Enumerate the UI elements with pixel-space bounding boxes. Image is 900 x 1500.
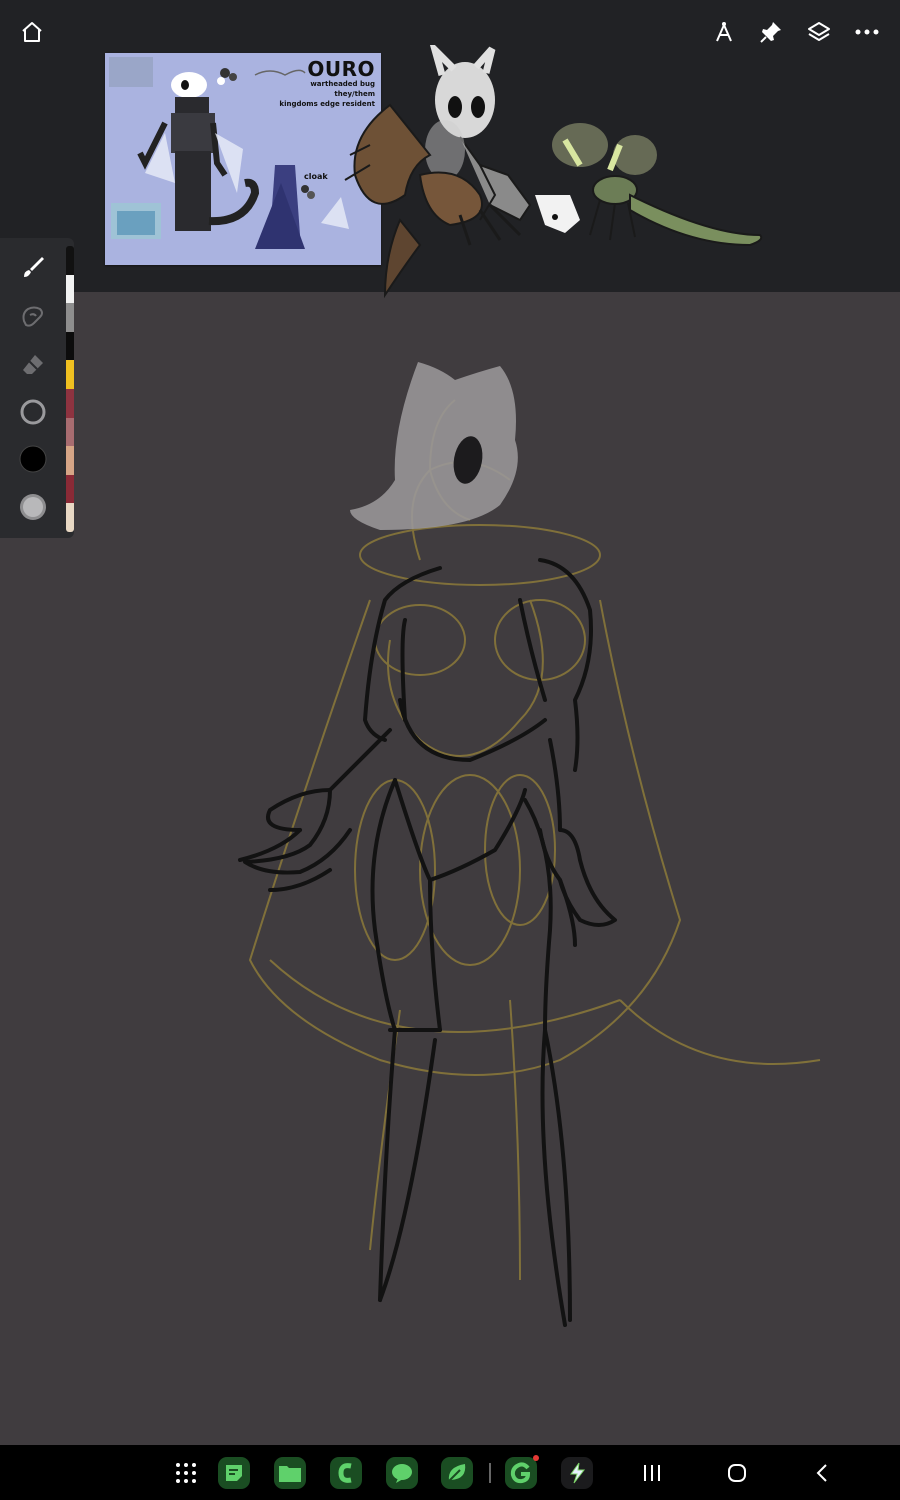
layers-icon: [808, 22, 830, 41]
g-letter-icon: [510, 1462, 531, 1484]
home-circle-icon: [728, 1464, 746, 1482]
c-letter-icon: [338, 1463, 352, 1483]
more-icon: [855, 29, 879, 35]
notification-dot: [533, 1455, 539, 1461]
grammarly-app-icon[interactable]: [505, 1455, 539, 1489]
leaf-app-icon[interactable]: [441, 1457, 473, 1489]
brush-tool[interactable]: [12, 246, 54, 288]
messages-app-icon[interactable]: [386, 1457, 418, 1489]
palette-swatch[interactable]: [66, 246, 74, 275]
back-button[interactable]: [806, 1457, 838, 1489]
recents-button[interactable]: [636, 1457, 668, 1489]
pin-icon: [760, 22, 781, 43]
more-options-button[interactable]: [849, 14, 885, 50]
dock-divider: [489, 1463, 491, 1483]
top-bar: OURO wartheaded bug they/them kingdoms e…: [0, 0, 900, 299]
chat-bubble-icon: [392, 1464, 412, 1483]
app-drawer-button[interactable]: [170, 1457, 202, 1489]
reference-cloak-label: cloak: [304, 172, 328, 181]
bug-sticker-artwork[interactable]: [330, 45, 780, 305]
files-app-icon[interactable]: [274, 1457, 306, 1489]
recents-icon: [644, 1465, 660, 1481]
notes-icon: [226, 1465, 242, 1481]
apps-grid-icon: [176, 1463, 196, 1483]
home-button[interactable]: [14, 14, 50, 50]
notes-app-icon[interactable]: [218, 1457, 250, 1489]
compass-icon: [716, 22, 732, 42]
system-nav-bar: [0, 1445, 900, 1500]
lightning-icon: [570, 1462, 586, 1484]
home-nav-button[interactable]: [721, 1457, 753, 1489]
c-app-icon[interactable]: [330, 1457, 362, 1489]
layers-button[interactable]: [801, 14, 837, 50]
brush-icon: [24, 257, 44, 277]
drawing-canvas[interactable]: [0, 292, 900, 1445]
leaf-icon: [448, 1464, 466, 1482]
home-icon: [22, 22, 42, 42]
folder-icon: [279, 1466, 301, 1482]
back-icon: [816, 1464, 827, 1482]
drawing-app-icon[interactable]: [561, 1457, 593, 1489]
